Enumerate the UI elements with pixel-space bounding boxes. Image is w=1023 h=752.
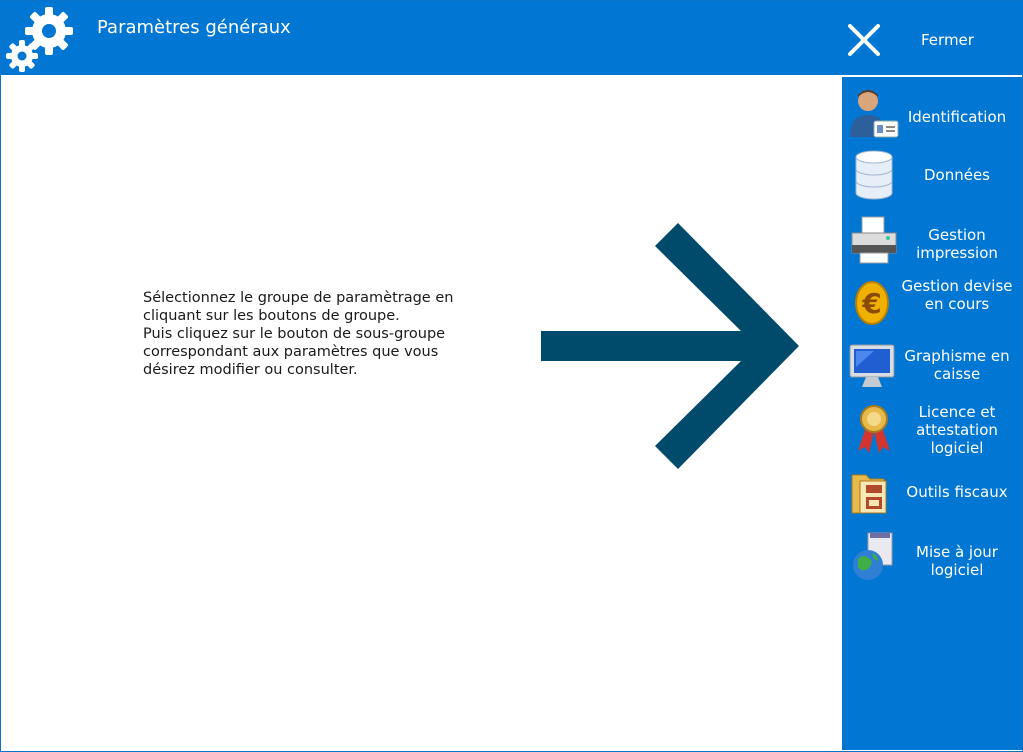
sidebar-item-label: Licence et attestation logiciel xyxy=(916,403,998,457)
sidebar-item-mise-a-jour[interactable]: Mise à jour logiciel xyxy=(842,529,1022,589)
sidebar-item-label: Données xyxy=(923,166,990,184)
monitor-icon xyxy=(849,344,895,387)
title-bar: Paramètres généraux Fermer xyxy=(1,1,1023,75)
settings-window: Paramètres généraux Fermer Sélectionnez … xyxy=(0,0,1023,752)
sidebar-item-licence[interactable]: Licence et attestation logiciel xyxy=(842,399,1022,459)
sidebar-item-label: Gestion devise en cours xyxy=(901,277,1013,313)
sidebar-item-donnees[interactable]: Données xyxy=(842,147,1022,207)
window-title: Paramètres généraux xyxy=(97,17,291,38)
sidebar-item-graphisme[interactable]: Graphisme en caisse xyxy=(842,339,1022,395)
gears-icon xyxy=(6,7,73,72)
sidebar-item-label: Graphisme en caisse xyxy=(904,347,1010,383)
instructions-text: Sélectionnez le groupe de paramètrage en… xyxy=(143,289,523,379)
globe-update-icon xyxy=(853,532,893,580)
close-button[interactable]: Fermer xyxy=(839,11,1009,69)
printer-icon xyxy=(851,216,897,264)
sidebar-item-label: Mise à jour logiciel xyxy=(916,543,998,579)
close-icon xyxy=(848,24,880,56)
ribbon-award-icon xyxy=(858,405,890,453)
right-arrow-icon xyxy=(541,223,799,469)
database-icon xyxy=(855,150,893,200)
instruction-line-1: Sélectionnez le groupe de paramètrage en… xyxy=(143,290,454,324)
sidebar-item-label: Outils fiscaux xyxy=(906,483,1008,501)
sidebar-item-label: Identification xyxy=(907,108,1007,126)
settings-sidebar: Identification Données Gestion impressio… xyxy=(842,77,1022,750)
instruction-line-2: Puis cliquez sur le bouton de sous-group… xyxy=(143,326,446,378)
sidebar-item-gestion-impression[interactable]: Gestion impression xyxy=(842,213,1022,273)
svg-text:€: € xyxy=(861,287,881,320)
sidebar-item-outils-fiscaux[interactable]: Outils fiscaux xyxy=(842,465,1022,525)
sidebar-item-identification[interactable]: Identification xyxy=(842,83,1022,143)
euro-coin-icon: € xyxy=(855,281,889,325)
user-id-card-icon xyxy=(850,90,899,138)
sidebar-item-gestion-devise[interactable]: € Gestion devise en cours xyxy=(842,273,1022,333)
folder-documents-icon xyxy=(851,474,887,514)
sidebar-item-label: Gestion impression xyxy=(916,226,998,262)
close-label: Fermer xyxy=(921,31,974,49)
